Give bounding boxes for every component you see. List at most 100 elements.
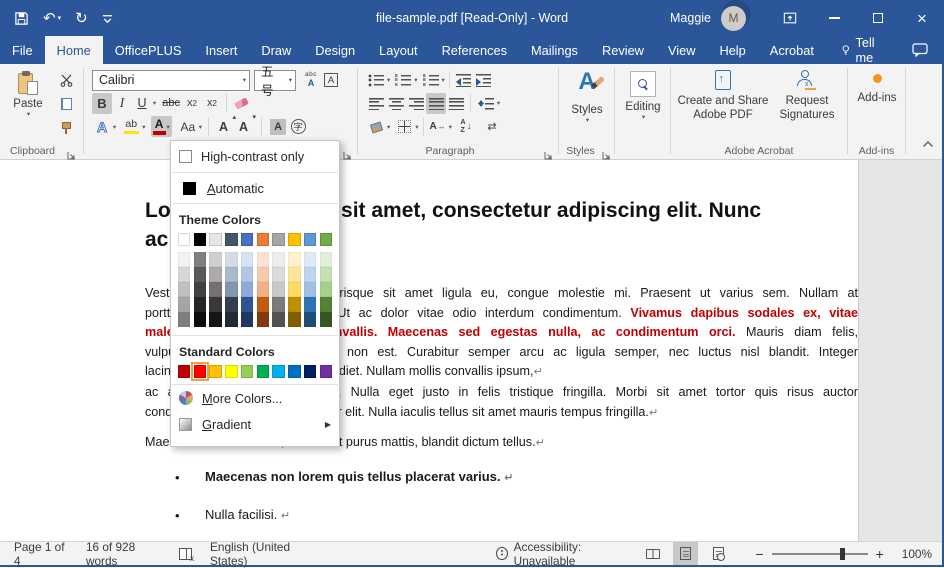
highlight-button[interactable]: ab [121, 116, 141, 137]
tab-mailings[interactable]: Mailings [519, 36, 590, 64]
numbering-chevron-icon[interactable]: ▾ [414, 76, 417, 84]
standard-color-swatch[interactable] [209, 365, 221, 378]
tint-swatch[interactable] [225, 282, 237, 297]
tint-swatch[interactable] [209, 297, 221, 312]
standard-color-swatch[interactable] [241, 365, 253, 378]
tint-swatch[interactable] [320, 312, 332, 327]
tint-swatch[interactable] [304, 282, 316, 297]
tab-file[interactable]: File [0, 36, 45, 64]
tint-swatch[interactable] [209, 252, 221, 267]
tint-swatch[interactable] [304, 267, 316, 282]
request-signatures-button[interactable]: x RequestSignatures [773, 70, 841, 123]
ribbon-display-options-icon[interactable] [768, 0, 812, 36]
multilevel-list-button[interactable] [421, 70, 441, 91]
font-color-button[interactable]: A ▾ [151, 116, 172, 137]
more-colors-item[interactable]: More Colors... [171, 385, 339, 411]
bullets-chevron-icon[interactable]: ▾ [387, 76, 390, 84]
highlight-chevron-icon[interactable]: ▾ [142, 123, 145, 131]
align-left-button[interactable] [366, 93, 386, 114]
tint-swatch[interactable] [288, 252, 300, 267]
tab-home[interactable]: Home [45, 36, 103, 64]
asian-layout-button[interactable]: A↔ [428, 116, 448, 137]
tint-swatch[interactable] [194, 267, 206, 282]
editing-button[interactable]: Editing ▾ [622, 71, 664, 121]
tint-swatch[interactable] [225, 267, 237, 282]
document-canvas[interactable]: Lorem ipsum dolor sit amet, consectetur … [0, 160, 944, 541]
cut-button[interactable] [55, 70, 77, 90]
tint-swatch[interactable] [257, 312, 269, 327]
tab-help[interactable]: Help [707, 36, 757, 64]
distributed-button[interactable] [446, 93, 466, 114]
tint-swatch[interactable] [288, 267, 300, 282]
collapse-ribbon-button[interactable] [922, 135, 934, 153]
gradient-item[interactable]: Gradient ▶ [171, 411, 339, 437]
tell-me[interactable]: Tell me [832, 36, 896, 64]
tint-swatch[interactable] [304, 297, 316, 312]
bold-button[interactable]: B [92, 93, 112, 114]
line-spacing-button[interactable] [475, 93, 496, 114]
high-contrast-checkbox[interactable] [179, 150, 192, 163]
tint-swatch[interactable] [209, 267, 221, 282]
zoom-in-button[interactable]: + [868, 546, 892, 562]
minimize-button[interactable] [812, 0, 856, 36]
numbering-button[interactable] [393, 70, 413, 91]
justify-button[interactable] [426, 93, 446, 114]
tint-swatch[interactable] [257, 252, 269, 267]
align-center-button[interactable] [386, 93, 406, 114]
italic-button[interactable]: I [112, 93, 132, 114]
tint-swatch[interactable] [272, 297, 284, 312]
theme-color-swatch[interactable] [304, 233, 316, 246]
avatar[interactable]: M [721, 6, 746, 31]
increase-indent-button[interactable] [474, 70, 494, 91]
tint-swatch[interactable] [178, 312, 190, 327]
grow-font-button[interactable]: A [215, 116, 235, 137]
undo-icon[interactable]: ↶▾ [43, 9, 61, 27]
theme-color-swatch[interactable] [288, 233, 300, 246]
text-effects-button[interactable]: A [92, 116, 112, 137]
character-border-button[interactable]: A [321, 70, 341, 91]
tint-swatch[interactable] [194, 312, 206, 327]
redo-icon[interactable]: ↻ [75, 9, 88, 27]
theme-color-swatch[interactable] [257, 233, 269, 246]
asian-layout-chevron-icon[interactable]: ▾ [449, 123, 452, 131]
standard-color-swatch[interactable] [225, 365, 237, 378]
tint-swatch[interactable] [272, 252, 284, 267]
shading-button[interactable] [366, 116, 386, 137]
paste-button[interactable]: Paste ▾ [5, 69, 51, 141]
tab-layout[interactable]: Layout [367, 36, 429, 64]
tint-swatch[interactable] [241, 252, 253, 267]
underline-chevron-icon[interactable]: ▾ [153, 99, 156, 107]
theme-color-swatch[interactable] [241, 233, 253, 246]
superscript-button[interactable]: x2 [202, 93, 222, 114]
tint-swatch[interactable] [304, 312, 316, 327]
theme-color-swatch[interactable] [194, 233, 206, 246]
tab-review[interactable]: Review [590, 36, 656, 64]
tint-swatch[interactable] [225, 252, 237, 267]
read-mode-button[interactable] [640, 542, 665, 566]
paragraph-dialog-launcher[interactable] [544, 147, 554, 157]
create-share-pdf-button[interactable]: Create and ShareAdobe PDF [677, 70, 769, 123]
tint-swatch[interactable] [241, 267, 253, 282]
tint-swatch[interactable] [257, 297, 269, 312]
tint-swatch[interactable] [209, 282, 221, 297]
tint-swatch[interactable] [225, 312, 237, 327]
high-contrast-only-item[interactable]: High-contrast only [171, 141, 339, 172]
standard-color-swatch[interactable] [288, 365, 300, 378]
maximize-button[interactable] [856, 0, 900, 36]
shading-chevron-icon[interactable]: ▾ [387, 123, 390, 131]
tint-swatch[interactable] [241, 312, 253, 327]
format-painter-button[interactable] [55, 118, 77, 138]
tint-swatch[interactable] [320, 297, 332, 312]
font-name-combobox[interactable]: Calibri▾ [92, 70, 250, 91]
word-count[interactable]: 16 of 928 words [77, 542, 170, 566]
tint-swatch[interactable] [178, 297, 190, 312]
theme-color-swatch[interactable] [178, 233, 190, 246]
close-button[interactable]: × [900, 0, 944, 36]
clear-formatting-button[interactable] [231, 93, 251, 114]
decrease-indent-button[interactable] [454, 70, 474, 91]
subscript-button[interactable]: x2 [182, 93, 202, 114]
theme-color-swatch[interactable] [225, 233, 237, 246]
tint-swatch[interactable] [178, 267, 190, 282]
standard-color-swatch[interactable] [257, 365, 269, 378]
accessibility-status[interactable]: Accessibility: Unavailable [487, 542, 640, 566]
